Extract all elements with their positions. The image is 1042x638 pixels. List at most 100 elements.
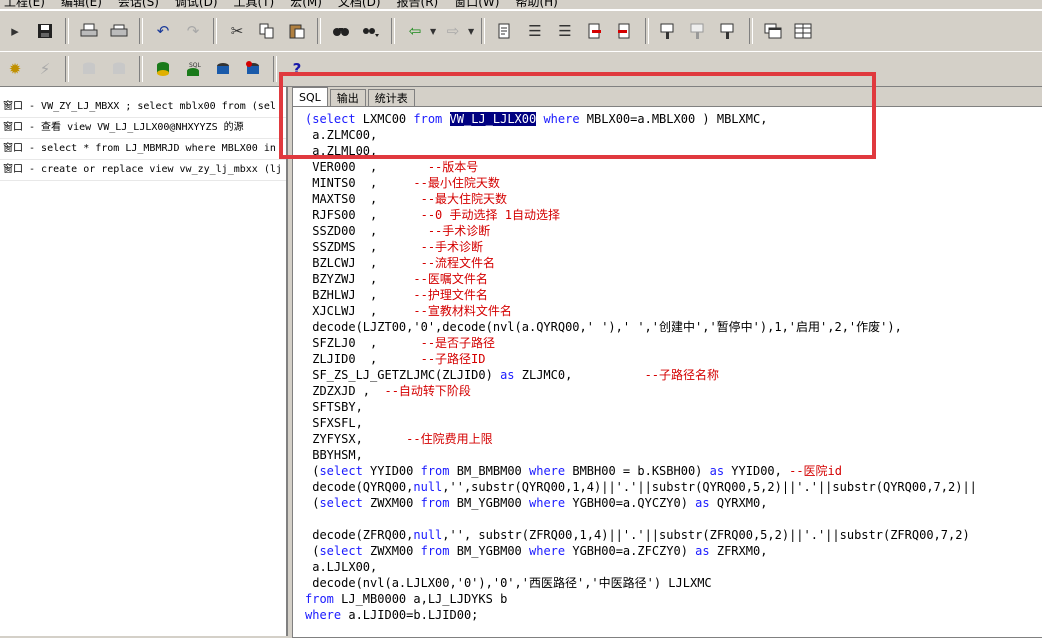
code-line: RJFS00 , --0 手动选择 1自动选择 xyxy=(305,207,977,223)
connect-icon[interactable]: ✹ xyxy=(2,57,28,81)
menu-item[interactable]: 调试(D) xyxy=(175,0,218,9)
query-builder-icon[interactable] xyxy=(656,19,682,43)
code-text: a.ZLMC00, xyxy=(305,128,378,142)
db-stop-icon[interactable] xyxy=(240,57,266,81)
print-preview-icon[interactable] xyxy=(106,19,132,43)
menu-item[interactable]: 窗口(W) xyxy=(454,0,499,9)
toolbar-separator xyxy=(139,56,143,82)
code-text: MINTS0 , xyxy=(305,176,414,190)
grid-icon[interactable] xyxy=(790,19,816,43)
explain-plan-icon[interactable] xyxy=(686,19,712,43)
help-icon[interactable]: ? xyxy=(284,57,310,81)
menu-item[interactable]: 报告(R) xyxy=(397,0,439,9)
print-icon[interactable] xyxy=(76,19,102,43)
toolbar-separator xyxy=(749,18,753,44)
tab-output[interactable]: 输出 xyxy=(329,89,366,107)
toolbar-separator xyxy=(273,56,277,82)
copy-icon[interactable] xyxy=(254,19,280,43)
code-comment: --手术诊断 xyxy=(420,240,484,254)
window-list-item[interactable]: 窗口 - create or replace view vw_zy_lj_mbx… xyxy=(0,160,286,181)
code-text: LXMC00 xyxy=(355,112,414,126)
export-dropdown-icon[interactable]: ▼ xyxy=(468,27,476,36)
code-keyword: as xyxy=(709,464,725,478)
code-text: BM_YGBM00 xyxy=(449,544,529,558)
rollback-icon[interactable] xyxy=(106,57,132,81)
code-line: SFZLJ0 , --是否子路径 xyxy=(305,335,977,351)
code-keyword: select xyxy=(319,464,363,478)
menu-item[interactable]: 帮助(H) xyxy=(515,0,557,9)
window-list-item[interactable]: 窗口 - VW_ZY_LJ_MBXX ; select mblx00 from … xyxy=(0,97,286,118)
code-text: ZLJMC0, xyxy=(514,368,645,382)
menu-item[interactable]: 编辑(E) xyxy=(61,0,102,9)
code-keyword: from xyxy=(305,592,334,606)
menu-item[interactable]: 宏(M) xyxy=(290,0,322,9)
dbms-output-icon[interactable] xyxy=(716,19,742,43)
import-dropdown-icon[interactable]: ▼ xyxy=(430,27,438,36)
menu-item[interactable]: 文档(D) xyxy=(338,0,381,9)
tab-statistics[interactable]: 统计表 xyxy=(367,89,415,107)
disconnect-icon[interactable]: ⚡ xyxy=(32,57,58,81)
code-line: BZHLWJ , --护理文件名 xyxy=(305,287,977,303)
db-explain-icon[interactable] xyxy=(210,57,236,81)
comment-icon[interactable] xyxy=(582,19,608,43)
tab-sql[interactable]: SQL xyxy=(292,87,328,107)
code-keyword: where xyxy=(529,544,566,558)
window-list-item[interactable]: 窗口 - select * from LJ_MBMRJD where MBLX0… xyxy=(0,139,286,160)
toolbar-separator xyxy=(213,18,217,44)
outdent-icon[interactable]: ☰ xyxy=(552,19,578,43)
code-line: where a.LJID00=b.LJID00; xyxy=(305,607,977,623)
db-session-icon[interactable] xyxy=(150,57,176,81)
menu-item[interactable]: 工程(E) xyxy=(4,0,45,9)
indent-icon[interactable]: ☰ xyxy=(522,19,548,43)
undo-icon[interactable]: ↶ xyxy=(150,19,176,43)
code-line: decode(ZFRQ00,null,'', substr(ZFRQ00,1,4… xyxy=(305,527,977,543)
code-text: decode(nvl(a.LJLX00,'0'),'0','西医路径','中医路… xyxy=(305,576,712,590)
export-icon[interactable]: ⇨ xyxy=(440,19,466,43)
code-line: SSZD00 , --手术诊断 xyxy=(305,223,977,239)
code-text: QYRXM0, xyxy=(709,496,768,510)
code-line: MINTS0 , --最小住院天数 xyxy=(305,175,977,191)
code-keyword: null xyxy=(413,480,443,494)
commit-icon[interactable] xyxy=(76,57,102,81)
code-comment: --最大住院天数 xyxy=(420,192,508,206)
menu-item[interactable]: 工具(T) xyxy=(234,0,275,9)
code-text: BBYHSM, xyxy=(305,448,363,462)
redo-icon[interactable]: ↷ xyxy=(180,19,206,43)
code-keyword: select xyxy=(319,544,363,558)
cut-icon[interactable]: ✂ xyxy=(224,19,250,43)
uncomment-icon[interactable] xyxy=(612,19,638,43)
code-text: VER000 , xyxy=(305,160,428,174)
sql-editor[interactable]: (select LXMC00 from VW_LJ_LJLX00 where M… xyxy=(292,106,1042,638)
code-line: (select YYID00 from BM_BMBM00 where BMBH… xyxy=(305,463,977,479)
code-keyword: from xyxy=(420,464,450,478)
window-list-item[interactable]: 窗口 - 查看 view VW_LJ_LJLX00@NHXYYZS 的源 xyxy=(0,118,286,139)
open-icon[interactable]: ▸ xyxy=(2,19,28,43)
describe-icon[interactable] xyxy=(492,19,518,43)
sql-code[interactable]: (select LXMC00 from VW_LJ_LJLX00 where M… xyxy=(305,111,977,623)
sql-window: SQL 输出 统计表 (select LXMC00 from VW_LJ_LJLX0… xyxy=(288,87,1042,638)
paste-icon[interactable] xyxy=(284,19,310,43)
code-keyword: as xyxy=(695,544,710,558)
code-text: RJFS00 , xyxy=(305,208,421,222)
code-line: SFTSBY, xyxy=(305,399,977,415)
code-text: SF_ZS_LJ_GETZLJMC(ZLJID0) xyxy=(305,368,501,382)
sql-trace-icon[interactable]: SQL xyxy=(180,57,206,81)
code-line: SF_ZS_LJ_GETZLJMC(ZLJID0) as ZLJMC0, --子… xyxy=(305,367,977,383)
code-line: ZLJID0 , --子路径ID xyxy=(305,351,977,367)
code-line: (select LXMC00 from VW_LJ_LJLX00 where M… xyxy=(305,111,977,127)
main-toolbar: ▸ ↶ ↷ ✂ ⇦ ▼ ⇨ ▼ ☰ ☰ xyxy=(0,10,1042,52)
menu-items: 工程(E) 编辑(E) 会话(S) 调试(D) 工具(T) 宏(M) 文档(D) 报告(R) 窗… xyxy=(4,0,574,9)
toolbar-separator xyxy=(481,18,485,44)
find-next-icon[interactable] xyxy=(358,19,384,43)
code-keyword: from xyxy=(413,112,443,126)
menu-item[interactable]: 会话(S) xyxy=(118,0,159,9)
code-line: (select ZWXM00 from BM_YGBM00 where YGBH… xyxy=(305,495,977,511)
save-icon[interactable] xyxy=(32,19,58,43)
import-icon[interactable]: ⇦ xyxy=(402,19,428,43)
window-icon[interactable] xyxy=(760,19,786,43)
code-comment: --手术诊断 xyxy=(427,224,491,238)
session-toolbar: ✹ ⚡ SQL ? xyxy=(0,51,1042,87)
code-text: ( xyxy=(305,544,320,558)
find-icon[interactable] xyxy=(328,19,354,43)
